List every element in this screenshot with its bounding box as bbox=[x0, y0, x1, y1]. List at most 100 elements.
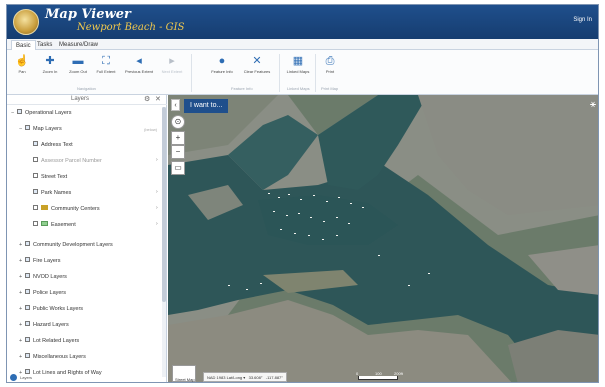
i-want-to-button[interactable]: I want to... bbox=[184, 99, 229, 113]
layer-row-public-works-layers[interactable]: + Public Works Layers bbox=[19, 303, 83, 315]
layer-row-address-text[interactable]: Address Text bbox=[33, 139, 73, 151]
layer-row-hazard-layers[interactable]: + Hazard Layers bbox=[19, 319, 69, 331]
zoom-out-button[interactable]: ▬ Zoom Out bbox=[65, 53, 91, 83]
layer-label: Community Centers bbox=[51, 206, 100, 212]
ribbon-toolbar: ☝ Pan ✚ Zoom In ▬ Zoom Out ⛶ Full Extent… bbox=[7, 50, 598, 95]
layer-checkbox[interactable] bbox=[25, 241, 30, 247]
linked-maps-button[interactable]: ▦ Linked Maps bbox=[283, 53, 313, 83]
sign-in-link[interactable]: Sign In bbox=[573, 17, 592, 23]
collapse-panel-button[interactable]: ‹ bbox=[171, 99, 180, 111]
layers-scrollbar-thumb[interactable] bbox=[162, 107, 166, 302]
layer-label: Community Development Layers bbox=[33, 242, 113, 248]
ribbon-divider bbox=[315, 54, 316, 92]
hand-icon: ☝ bbox=[15, 55, 29, 67]
legend-swatch bbox=[41, 205, 48, 211]
print-icon: ⎙ bbox=[325, 55, 335, 67]
zoom-in-button[interactable]: ✚ Zoom In bbox=[37, 53, 63, 83]
feature-info-icon: ● bbox=[218, 55, 226, 67]
chevron-right-icon[interactable]: › bbox=[156, 189, 158, 195]
tab-measure-draw[interactable]: Measure/Draw bbox=[55, 40, 102, 50]
layer-label: Miscellaneous Layers bbox=[33, 354, 86, 360]
chevron-right-icon[interactable]: › bbox=[156, 221, 158, 227]
group-label-linked-maps: Linked Maps bbox=[287, 86, 310, 91]
layer-label: Assessor Parcel Number bbox=[41, 158, 102, 164]
layer-checkbox[interactable] bbox=[25, 305, 30, 311]
layers-panel: Layers ⚙ ✕ − Operational Layers − Map Laye… bbox=[7, 95, 167, 382]
chevron-right-icon[interactable]: › bbox=[156, 205, 158, 211]
basemap-switcher[interactable]: Street Map bbox=[172, 365, 196, 382]
tab-tasks[interactable]: Tasks bbox=[33, 40, 56, 50]
layer-checkbox[interactable] bbox=[33, 141, 38, 147]
layer-checkbox[interactable] bbox=[25, 257, 30, 263]
app-title: Map Viewer bbox=[45, 7, 131, 22]
app-window: Map Viewer Newport Beach - GIS Sign In B… bbox=[6, 4, 599, 383]
full-extent-button[interactable]: ⛶ Full Extent bbox=[93, 53, 119, 83]
scale-bar bbox=[358, 376, 398, 380]
layer-row-miscellaneous-layers[interactable]: + Miscellaneous Layers bbox=[19, 351, 86, 363]
layers-panel-title: Layers bbox=[71, 96, 90, 102]
layer-row-lot-related-layers[interactable]: + Lot Related Layers bbox=[19, 335, 79, 347]
layer-checkbox[interactable] bbox=[25, 289, 30, 295]
layer-checkbox[interactable] bbox=[25, 369, 30, 375]
layer-row-sublabel: (below) bbox=[144, 127, 158, 132]
compass-icon[interactable]: ⊙ bbox=[171, 115, 185, 129]
layer-row-fire-layers[interactable]: + Fire Layers bbox=[19, 255, 61, 267]
tab-basic[interactable]: Basic bbox=[11, 40, 36, 50]
book-icon[interactable]: ▭ bbox=[171, 161, 185, 175]
layer-row-street-text[interactable]: Street Text bbox=[33, 171, 67, 183]
close-icon[interactable]: ✕ bbox=[155, 95, 161, 103]
layer-checkbox[interactable] bbox=[25, 125, 30, 131]
next-extent-button[interactable]: ▸ Next Extent bbox=[157, 53, 187, 83]
layer-row-community-development-layers[interactable]: + Community Development Layers bbox=[19, 239, 113, 251]
layer-checkbox[interactable] bbox=[25, 337, 30, 343]
gear-icon[interactable]: ⚙ bbox=[144, 95, 150, 103]
layer-checkbox[interactable] bbox=[25, 353, 30, 359]
group-label-navigation: Navigation bbox=[77, 86, 96, 91]
map-zoom-out-icon[interactable]: − bbox=[171, 145, 185, 159]
feature-info-button[interactable]: ● Feature Info bbox=[207, 53, 237, 83]
layer-label: Lot Lines and Rights of Way bbox=[33, 370, 102, 376]
share-icon[interactable]: ⚹ bbox=[590, 99, 596, 110]
layer-label: Lot Related Layers bbox=[33, 338, 80, 344]
city-seal-logo bbox=[13, 9, 39, 35]
full-extent-icon: ⛶ bbox=[102, 55, 110, 67]
layer-row-community-centers[interactable]: Community Centers bbox=[33, 203, 100, 215]
aerial-imagery bbox=[168, 95, 598, 382]
layer-row-park-names[interactable]: Park Names bbox=[33, 187, 71, 199]
layer-checkbox[interactable] bbox=[25, 273, 30, 279]
zoom-out-icon: ▬ bbox=[72, 55, 84, 67]
layer-row-map-layers[interactable]: − Map Layers bbox=[19, 123, 62, 135]
map-view[interactable]: ‹ I want to... ⊙ + − ▭ ⚹ Street Map NAD … bbox=[168, 95, 598, 382]
previous-extent-button[interactable]: ◂ Previous Extent bbox=[123, 53, 155, 83]
layer-checkbox[interactable] bbox=[17, 109, 22, 115]
layers-icon[interactable] bbox=[10, 374, 17, 381]
latitude-value: 33.608° bbox=[248, 375, 263, 380]
chevron-right-icon[interactable]: › bbox=[156, 157, 158, 163]
layer-checkbox[interactable] bbox=[33, 173, 38, 179]
scale-label: 0 bbox=[356, 371, 359, 376]
clear-features-button[interactable]: ✕ Clear Features bbox=[239, 53, 275, 83]
layer-checkbox[interactable] bbox=[33, 189, 38, 195]
layer-row-easement[interactable]: Easement bbox=[33, 219, 76, 231]
layer-row-assessor-parcel-number[interactable]: Assessor Parcel Number bbox=[33, 155, 102, 167]
clear-features-icon: ✕ bbox=[252, 55, 262, 67]
map-zoom-in-icon[interactable]: + bbox=[171, 131, 185, 145]
print-button[interactable]: ⎙ Print bbox=[317, 53, 343, 83]
layer-row-police-layers[interactable]: + Police Layers bbox=[19, 287, 66, 299]
layer-row-nvod-layers[interactable]: + NVOD Layers bbox=[19, 271, 67, 283]
layer-label: Easement bbox=[51, 222, 76, 228]
ribbon-divider bbox=[279, 54, 280, 92]
layer-label: Fire Layers bbox=[33, 258, 61, 264]
coordinate-system[interactable]: NAD 1983 Lat/Long bbox=[207, 375, 242, 380]
pan-button[interactable]: ☝ Pan bbox=[9, 53, 35, 83]
layer-checkbox[interactable] bbox=[33, 221, 38, 227]
layer-label: Address Text bbox=[41, 142, 73, 148]
longitude-value: -117.887° bbox=[265, 375, 283, 380]
linked-maps-icon: ▦ bbox=[292, 55, 304, 67]
layer-checkbox[interactable] bbox=[33, 205, 38, 211]
layer-checkbox[interactable] bbox=[25, 321, 30, 327]
scale-label: 100 bbox=[375, 371, 382, 376]
app-subtitle: Newport Beach - GIS bbox=[77, 22, 185, 33]
layer-row-operational-layers[interactable]: − Operational Layers bbox=[11, 107, 71, 119]
layer-checkbox[interactable] bbox=[33, 157, 38, 163]
